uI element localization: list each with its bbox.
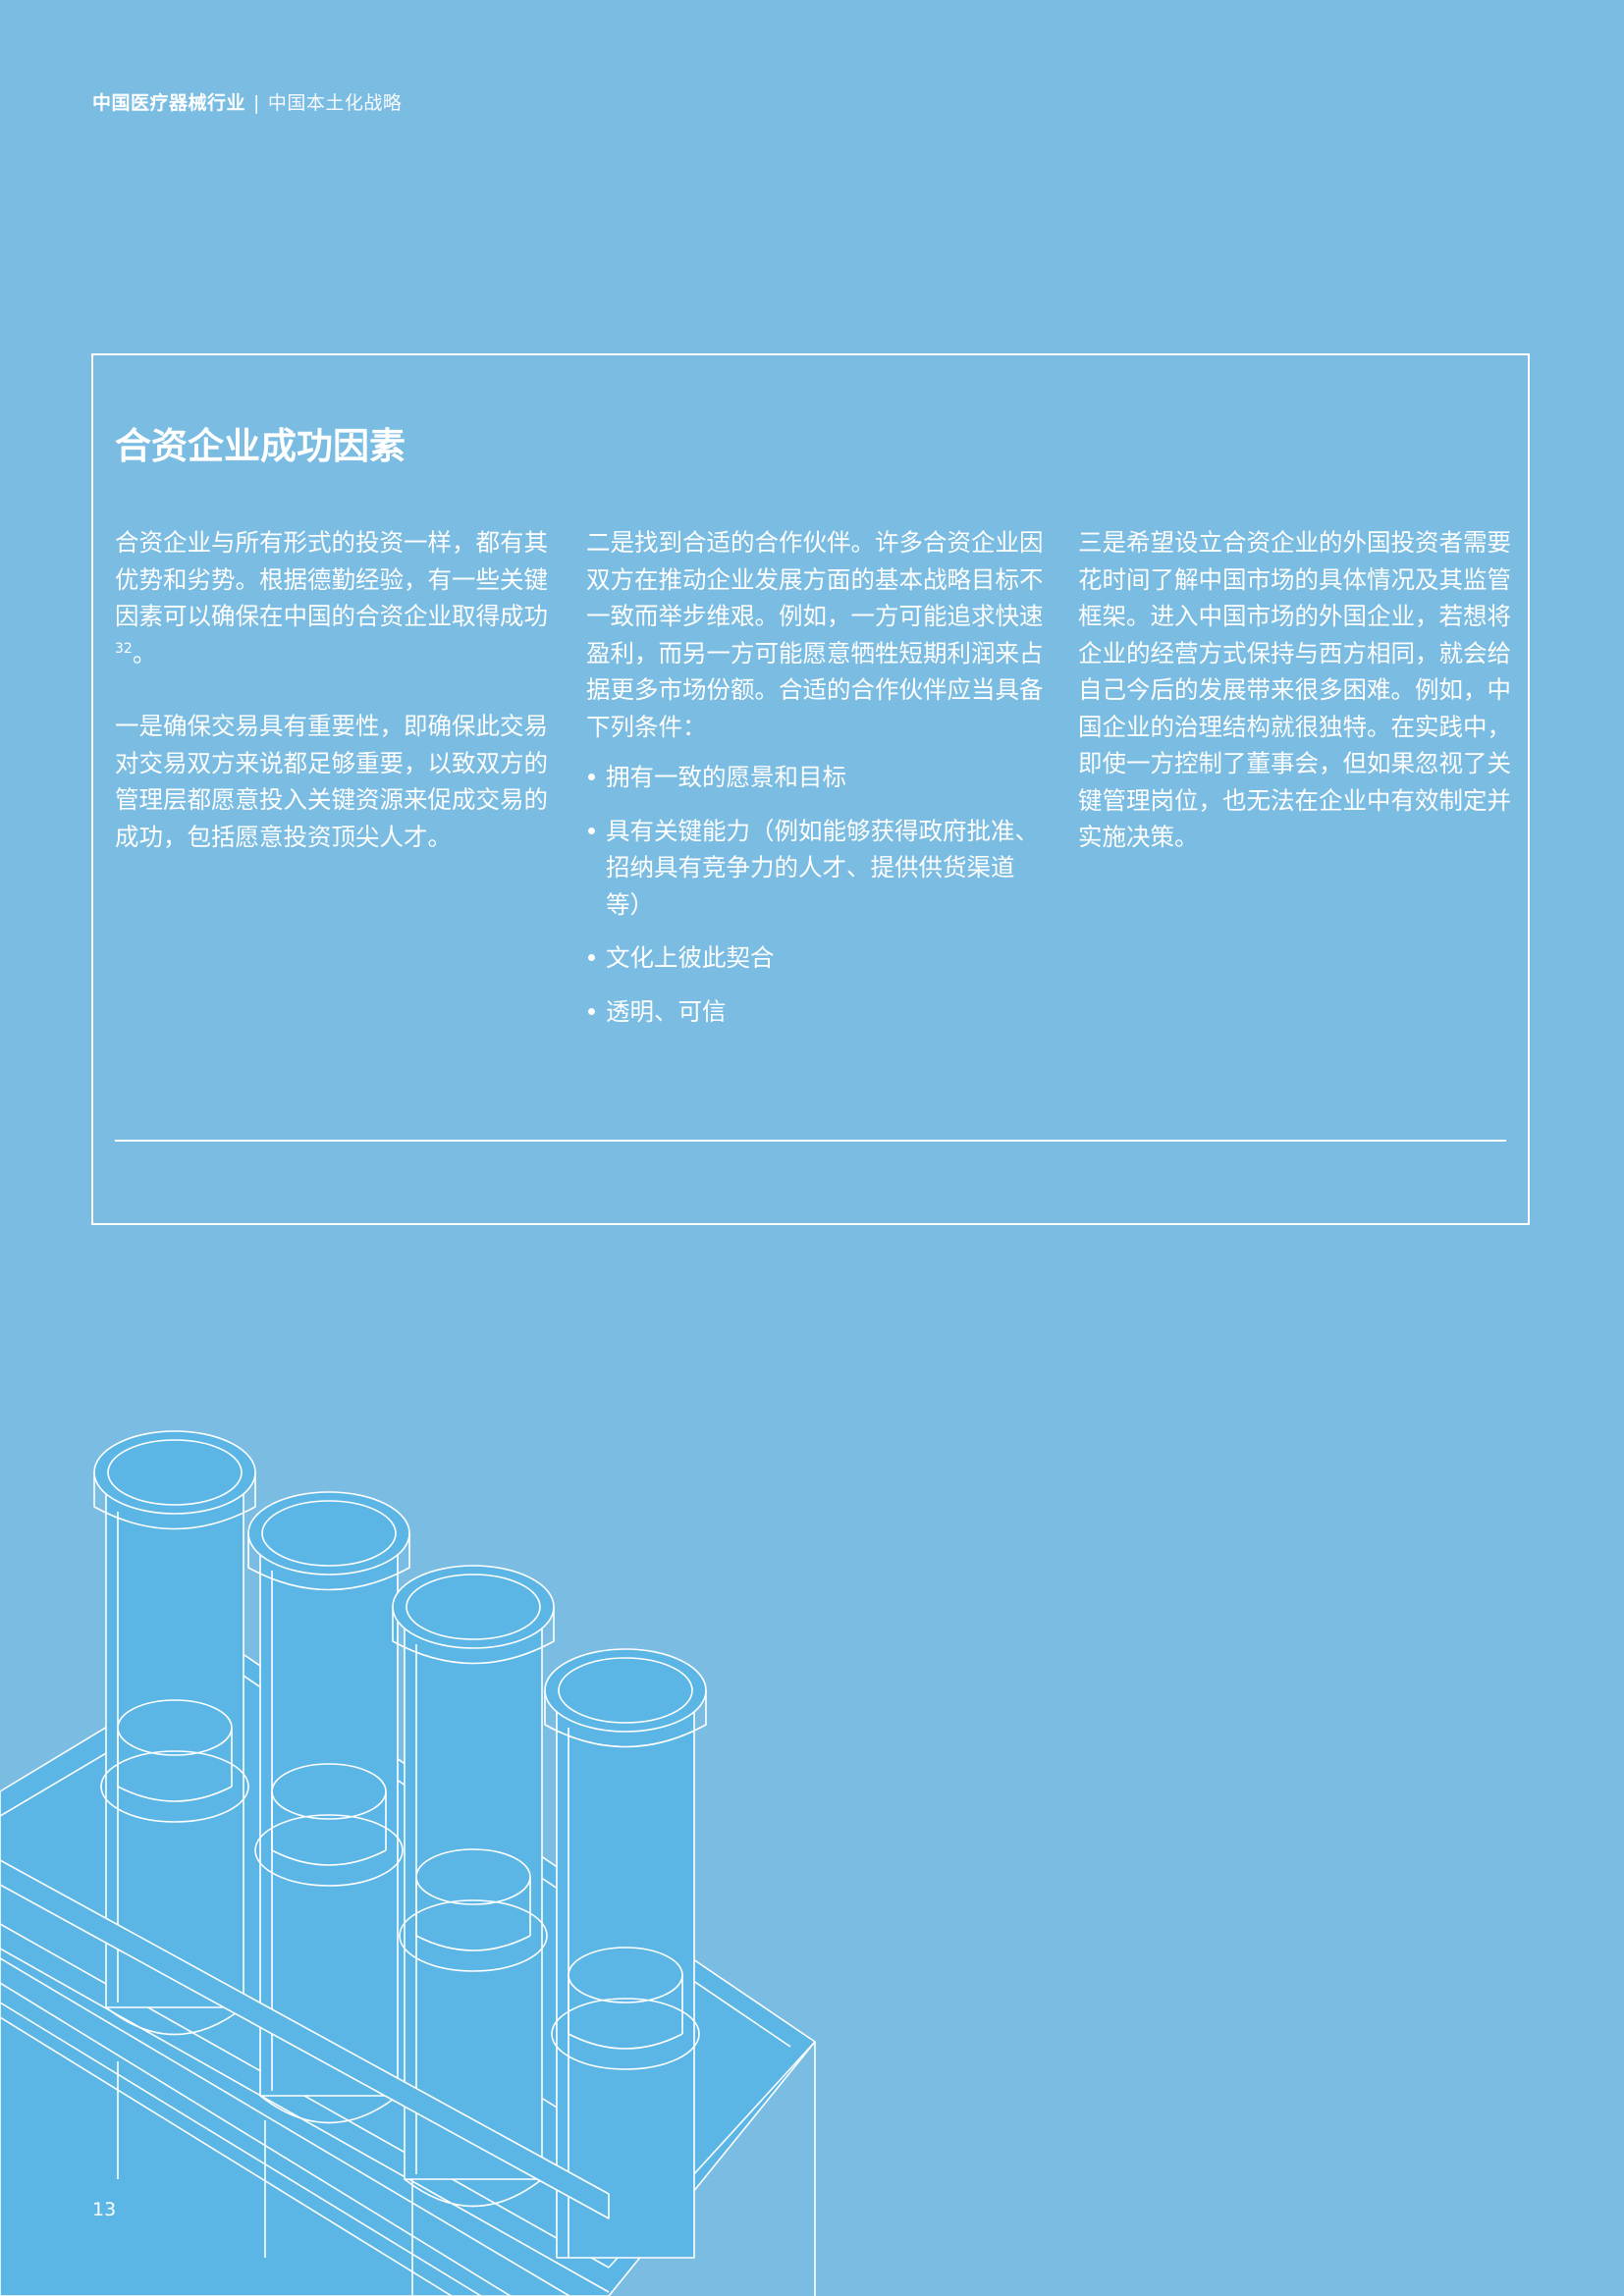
paragraph-first-factor: 一是确保交易具有重要性，即确保此交易对交易双方来说都足够重要，以致双方的管理层都… [115, 712, 548, 851]
box-divider [115, 1140, 1506, 1142]
column-3: 三是希望设立合资企业的外国投资者需要花时间了解中国市场的具体情况及其监管框架。进… [1078, 524, 1525, 892]
paragraph-third-factor: 三是希望设立合资企业的外国投资者需要花时间了解中国市场的具体情况及其监管框架。进… [1078, 528, 1511, 851]
list-item: 具有关键能力（例如能够获得政府批准、招纳具有竞争力的人才、提供供货渠道等） [586, 813, 1048, 924]
list-item: 透明、可信 [586, 993, 1048, 1031]
box-title: 合资企业成功因素 [115, 425, 406, 467]
list-item: 文化上彼此契合 [586, 939, 1048, 977]
paragraph-intro-text: 合资企业与所有形式的投资一样，都有其优势和劣势。根据德勤经验，有一些关键因素可以… [115, 528, 548, 630]
header-separator: | [253, 92, 260, 114]
running-header: 中国医疗器械行业 | 中国本土化战略 [92, 88, 402, 115]
column-1: 合资企业与所有形式的投资一样，都有其优势和劣势。根据德勤经验，有一些关键因素可以… [115, 524, 557, 891]
paragraph-intro: 合资企业与所有形式的投资一样，都有其优势和劣势。根据德勤经验，有一些关键因素可以… [115, 524, 557, 671]
list-item: 拥有一致的愿景和目标 [586, 759, 1048, 796]
paragraph-intro-end: 。 [132, 638, 157, 667]
condition-list: 拥有一致的愿景和目标 具有关键能力（例如能够获得政府批准、招纳具有竞争力的人才、… [586, 759, 1048, 1030]
paragraph-second-factor: 二是找到合适的合作伙伴。许多合资企业因双方在推动企业发展方面的基本战略目标不一致… [586, 528, 1044, 741]
page-number: 13 [92, 2199, 117, 2220]
sidebar-box: 合资企业成功因素 合资企业与所有形式的投资一样，都有其优势和劣势。根据德勤经验，… [91, 353, 1530, 1225]
column-2: 二是找到合适的合作伙伴。许多合资企业因双方在推动企业发展方面的基本战略目标不一致… [586, 524, 1048, 1046]
report-title: 中国医疗器械行业 [92, 92, 246, 114]
test-tube-rack-icon [0, 1430, 816, 2296]
footnote-ref: 32 [115, 640, 133, 657]
report-subtitle: 中国本土化战略 [267, 92, 403, 114]
